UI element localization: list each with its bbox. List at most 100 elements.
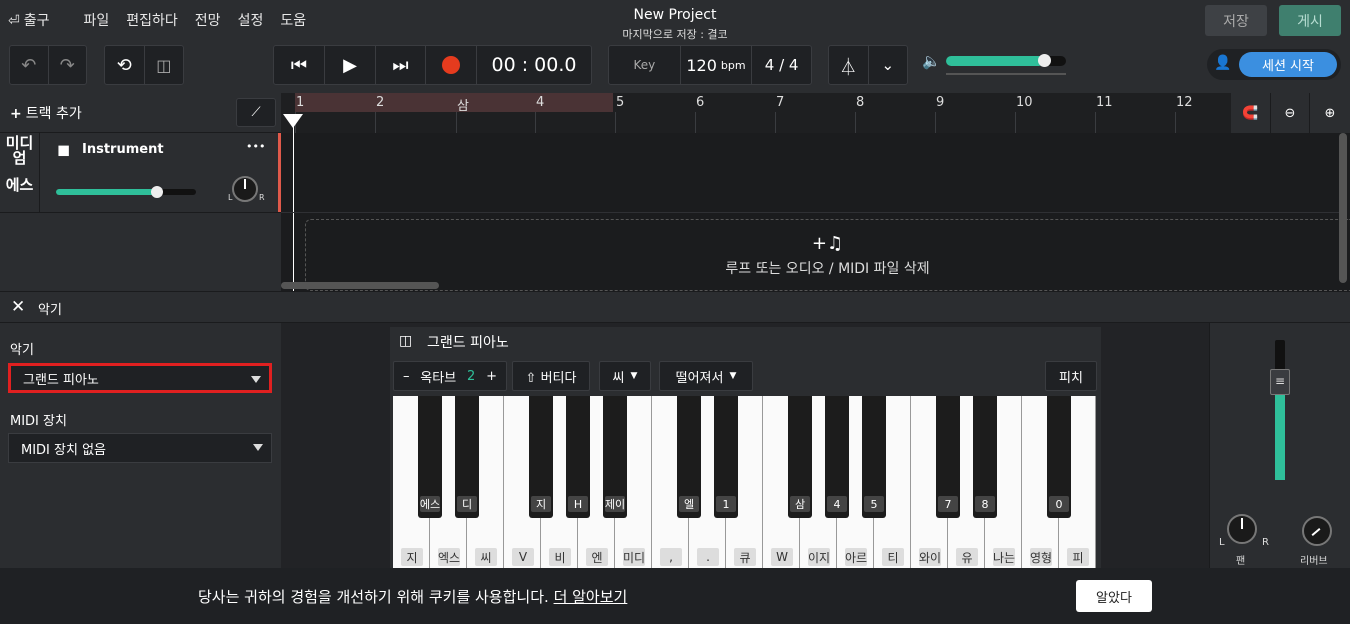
pitch-button[interactable]: 피치	[1045, 361, 1097, 391]
zoom-out-button[interactable]: ⊖	[1271, 93, 1310, 133]
black-key[interactable]: 엘	[677, 396, 701, 518]
master-volume-thumb[interactable]	[1038, 54, 1052, 67]
black-key-label: H	[568, 496, 588, 512]
skip-forward-button[interactable]: ⏭	[376, 46, 426, 84]
loop-button[interactable]: ⟲	[105, 46, 145, 84]
black-key[interactable]: 삼	[788, 396, 812, 518]
black-key[interactable]: 5	[862, 396, 886, 518]
skip-back-icon: ⏮	[290, 54, 308, 76]
close-icon[interactable]: ✕	[11, 297, 25, 317]
black-key[interactable]: 지	[529, 396, 553, 518]
ruler-mark: 12	[1176, 95, 1193, 110]
undo-icon: ↶	[21, 54, 37, 76]
white-key-label: 티	[882, 548, 904, 566]
key-button[interactable]: Key	[609, 46, 681, 84]
lane-separator	[281, 212, 1339, 213]
reverb-knob[interactable]	[1302, 516, 1332, 546]
play-button[interactable]: ▶	[325, 46, 376, 84]
octave-minus-button[interactable]: –	[403, 369, 410, 384]
black-key[interactable]: 1	[714, 396, 738, 518]
undo-button[interactable]: ↶	[10, 46, 49, 84]
instrument-select[interactable]: 그랜드 피아노	[8, 363, 272, 393]
instrument-panel-title: 악기	[38, 303, 62, 318]
ruler-mark: 4	[536, 95, 545, 110]
level-fill	[1275, 382, 1285, 480]
track-name[interactable]: Instrument	[82, 142, 164, 157]
octave-plus-button[interactable]: +	[486, 369, 497, 384]
reverb-label: 리버브	[1300, 556, 1328, 567]
vertical-scrollbar[interactable]	[1339, 133, 1347, 283]
record-icon	[442, 56, 460, 74]
black-key[interactable]: 7	[936, 396, 960, 518]
octave-label: 옥타브	[420, 370, 457, 386]
pan-r-label: R	[1262, 537, 1269, 548]
black-key[interactable]: 에스	[418, 396, 442, 518]
white-key-label: 와이	[919, 548, 941, 566]
instrument-label: 악기	[10, 343, 34, 358]
sound-select[interactable]: 떨어져서 ▼	[659, 361, 753, 391]
piano-icon: ◼	[57, 140, 71, 159]
metronome-icon: ⏃	[839, 57, 857, 78]
skip-back-button[interactable]: ⏮	[274, 46, 325, 84]
ruler-tick	[695, 112, 696, 133]
black-key-label: 5	[864, 496, 884, 512]
black-key[interactable]: 제이	[603, 396, 627, 518]
black-key[interactable]: 4	[825, 396, 849, 518]
sustain-button[interactable]: ⇧ 버티다	[512, 361, 590, 391]
cookie-accept-button[interactable]: 알았다	[1076, 580, 1152, 612]
black-key-label: 8	[975, 496, 995, 512]
publish-button[interactable]: 게시	[1279, 5, 1341, 36]
plus-icon: +	[10, 106, 22, 122]
automation-button[interactable]: ⟋	[236, 98, 276, 127]
black-key[interactable]: 0	[1047, 396, 1071, 518]
drop-zone[interactable]	[305, 219, 1350, 291]
pan-knob[interactable]	[1227, 514, 1257, 544]
transport: ⏮ ▶ ⏭ 00 : 00.0	[273, 45, 592, 85]
track-more-button[interactable]: •••	[246, 140, 265, 153]
ruler-mark: 11	[1096, 95, 1113, 110]
undo-redo-group: ↶ ↷	[9, 45, 87, 85]
record-button[interactable]	[426, 46, 477, 84]
midi-device-select[interactable]: MIDI 장치 없음	[8, 433, 272, 463]
white-key-label: 엔	[586, 548, 608, 566]
cookie-banner: 당사는 귀하의 경험을 개선하기 위해 쿠키를 사용합니다. 더 알아보기 알았…	[0, 568, 1350, 624]
time-signature-button[interactable]: 4 / 4	[752, 46, 811, 84]
fader-handle[interactable]: ≡	[1270, 369, 1290, 395]
metronome-options-button[interactable]: ⌄	[869, 46, 908, 84]
black-key-label: 제이	[605, 496, 625, 512]
master-volume-slider[interactable]	[946, 54, 1066, 67]
horizontal-scrollbar[interactable]	[281, 282, 439, 289]
track-pan-knob[interactable]	[232, 176, 258, 202]
learn-more-link[interactable]: 더 알아보기	[554, 588, 628, 606]
track-volume-thumb[interactable]	[150, 186, 163, 198]
loop-region[interactable]	[295, 93, 613, 112]
project-title[interactable]: New Project	[0, 7, 1350, 23]
ruler-tick	[615, 112, 616, 133]
add-track-button[interactable]: + 트랙 추가	[10, 103, 82, 123]
zoom-in-button[interactable]: ⊕	[1310, 93, 1350, 133]
track-row[interactable]: 미디 엄 에스 ◼ Instrument ••• L R	[0, 133, 281, 213]
black-key-label: 4	[827, 496, 847, 512]
ruler-mark: 2	[376, 95, 385, 110]
white-key-label: .	[697, 548, 719, 566]
tempo-group: Key 120 bpm 4 / 4	[608, 45, 812, 85]
add-user-icon: 👤	[1214, 55, 1232, 71]
velocity-select[interactable]: 씨 ▼	[599, 361, 651, 391]
track-header: + 트랙 추가 ⟋	[0, 93, 281, 133]
redo-button[interactable]: ↷	[49, 46, 87, 84]
piano-title: 그랜드 피아노	[427, 335, 509, 351]
black-key[interactable]: 8	[973, 396, 997, 518]
top-bar: ⏎ 출구 파일 편집하다 전망 설정 도움 New Project 마지막으로 저…	[0, 0, 1350, 41]
white-key-label: W	[771, 548, 793, 566]
loop-group: ⟲ ◫	[104, 45, 184, 85]
split-button[interactable]: ◫	[145, 46, 184, 84]
bpm-button[interactable]: 120 bpm	[681, 46, 753, 84]
black-key[interactable]: 디	[455, 396, 479, 518]
music-note-icon: +♫	[811, 233, 844, 254]
snap-button[interactable]: 🧲	[1231, 93, 1271, 133]
black-key[interactable]: H	[566, 396, 590, 518]
save-button[interactable]: 저장	[1205, 5, 1267, 36]
track-volume-slider[interactable]	[56, 186, 196, 198]
start-session-button[interactable]: 세션 시작	[1239, 52, 1337, 77]
metronome-button[interactable]: ⏃	[829, 46, 869, 84]
